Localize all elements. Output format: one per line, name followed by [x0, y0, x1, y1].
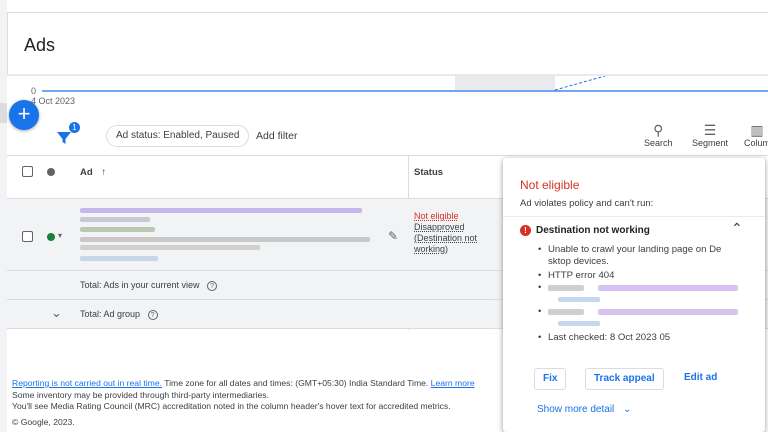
columns-icon: ▥ — [750, 122, 764, 138]
chevron-down-icon: ⌄ — [623, 404, 632, 415]
copyright: © Google, 2023. — [12, 416, 75, 427]
table-toolbar: 1 Ad status: Enabled, Paused Add filter … — [7, 118, 768, 156]
ad-status-filter-chip[interactable]: Ad status: Enabled, Paused — [106, 125, 250, 147]
column-header-ad[interactable]: Ad ↑ — [80, 167, 106, 178]
policy-reason: Destination not working — [536, 225, 650, 236]
list-item — [536, 306, 746, 330]
list-item: Last checked: 8 Oct 2023 05 — [536, 332, 746, 344]
edit-ad-link[interactable]: Edit ad — [684, 372, 717, 383]
chart-lines — [42, 76, 768, 92]
enabled-status-dot[interactable] — [47, 233, 55, 241]
status-dot-header — [47, 168, 55, 176]
search-button[interactable]: ⚲ Search — [644, 122, 673, 148]
total-current-view-label: Total: Ads in your current view — [80, 280, 200, 290]
segment-icon: ☰ — [703, 122, 717, 138]
page-header: Ads — [7, 12, 768, 74]
performance-chart: 0 4 Oct 2023 — [7, 76, 768, 116]
chart-date-label: 4 Oct 2023 — [31, 96, 76, 106]
help-icon[interactable]: ? — [207, 280, 218, 291]
total-ad-group-label: Total: Ad group — [80, 309, 141, 319]
filter-count-badge: 1 — [69, 122, 80, 133]
add-filter-button[interactable]: Add filter — [256, 130, 297, 142]
ad-status-cell[interactable]: Not eligible Disapproved (Destination no… — [414, 211, 477, 255]
help-icon[interactable]: ? — [147, 309, 158, 320]
popup-title: Not eligible — [520, 178, 580, 192]
segment-button[interactable]: ☰ Segment — [692, 122, 728, 148]
learn-more-link[interactable]: Learn more — [431, 378, 475, 388]
fix-button[interactable]: Fix — [534, 368, 567, 390]
chart-zero-label: 0 — [31, 86, 37, 96]
left-rail — [0, 0, 7, 432]
columns-button[interactable]: ▥ Colum — [744, 122, 768, 148]
status-dropdown-icon[interactable]: ▾ — [58, 231, 62, 240]
edit-pencil-icon[interactable]: ✎ — [388, 229, 398, 243]
chevron-up-icon[interactable]: ⌃ — [731, 220, 743, 237]
sort-ascending-icon: ↑ — [101, 167, 107, 178]
popup-subtitle: Ad violates policy and can't run: — [520, 198, 654, 209]
list-item — [536, 282, 746, 306]
policy-details-popup: Not eligible Ad violates policy and can'… — [503, 158, 765, 432]
error-icon: ! — [520, 225, 531, 236]
column-header-status[interactable]: Status — [414, 167, 443, 178]
select-all-checkbox[interactable] — [22, 166, 33, 177]
chevron-down-icon[interactable]: ⌄ — [51, 305, 62, 321]
track-appeal-button[interactable]: Track appeal — [585, 368, 664, 390]
list-item: Unable to crawl your landing page on De … — [536, 244, 746, 268]
list-item: HTTP error 404 — [536, 270, 746, 282]
row-checkbox[interactable] — [22, 231, 33, 242]
show-more-detail-link[interactable]: Show more detail ⌄ — [537, 404, 631, 415]
reporting-info-link[interactable]: Reporting is not carried out in real tim… — [12, 378, 162, 388]
footer: Reporting is not carried out in real tim… — [12, 378, 512, 428]
policy-details-list: Unable to crawl your landing page on De … — [536, 244, 746, 344]
page-title: Ads — [24, 35, 56, 55]
search-icon: ⚲ — [653, 122, 664, 138]
